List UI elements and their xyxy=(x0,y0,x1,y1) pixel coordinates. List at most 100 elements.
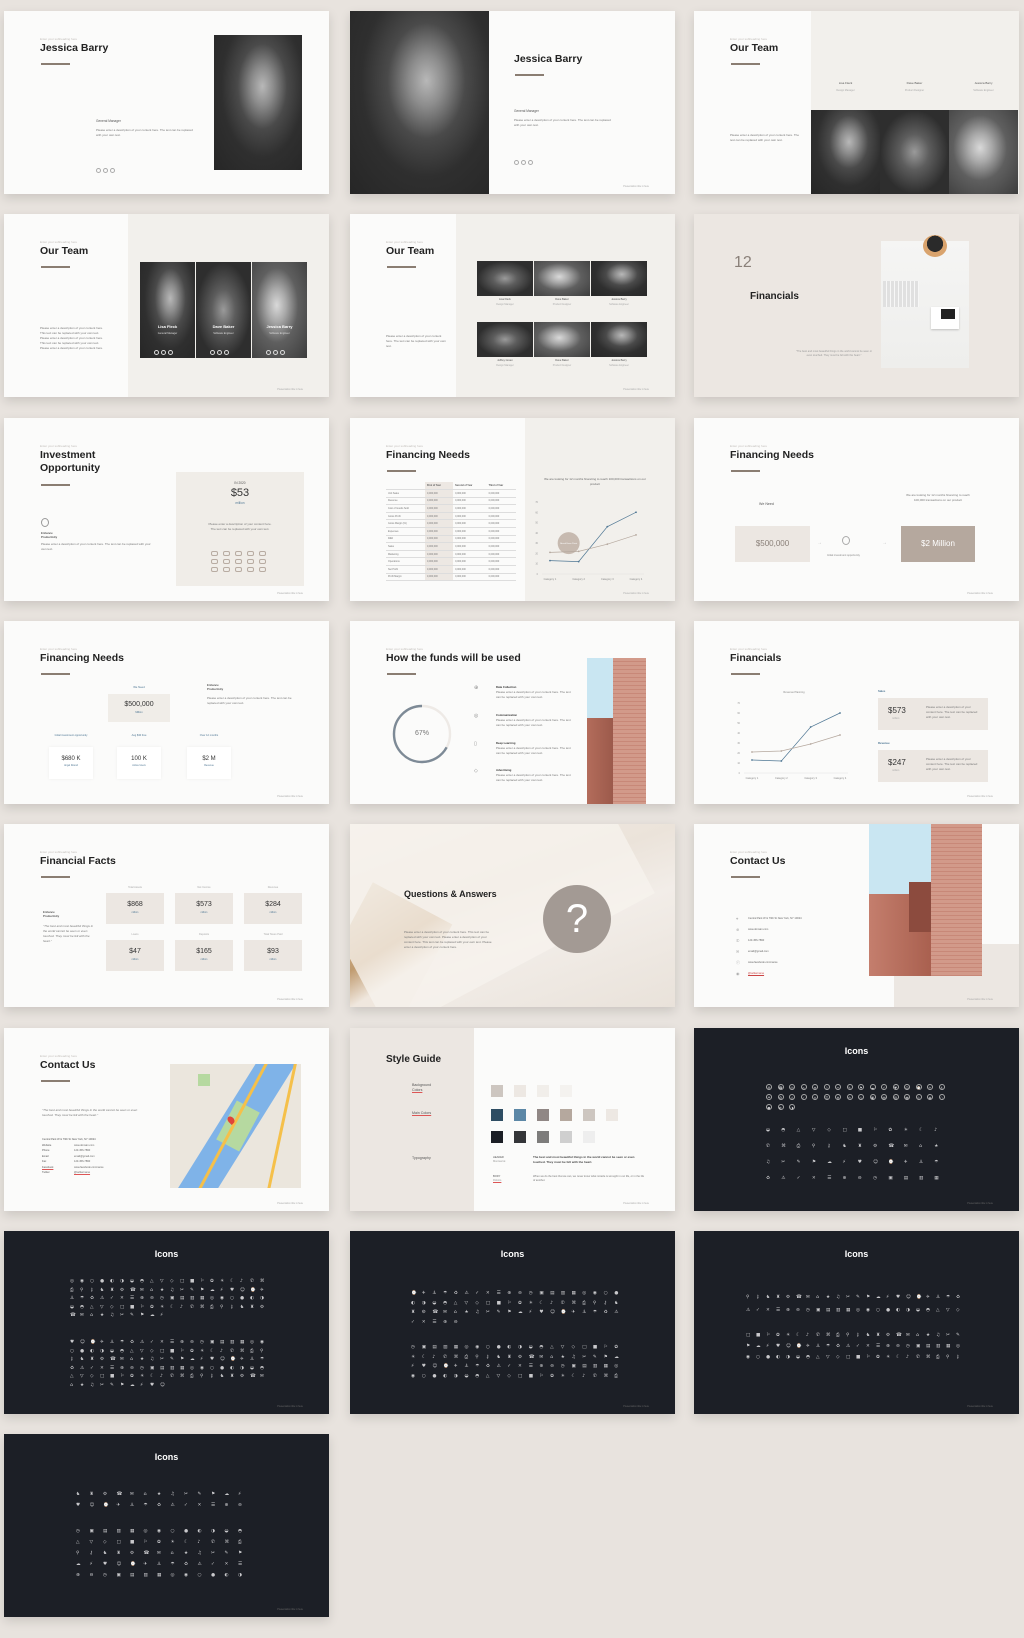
icon-set-glyph-icon: ▽ xyxy=(811,1128,816,1133)
icon-set-glyph-icon: ✿ xyxy=(190,1348,194,1354)
icon-set-glyph-icon: ◎ xyxy=(190,1365,195,1371)
slide-investment-opportunity[interactable]: Enter your subheading here Investment Op… xyxy=(4,418,329,601)
slide-our-team-3[interactable]: Enter your subheading here Our Team Plea… xyxy=(350,214,675,397)
contact-value[interactable]: email@gmail.com xyxy=(74,1155,95,1158)
facebook-icon[interactable] xyxy=(266,350,271,355)
financing-table: First of Year Second of Year Third of Year… xyxy=(386,482,516,582)
icon-set-glyph-icon: ⌂ xyxy=(816,1295,819,1300)
icon-set-glyph-icon: ☂ xyxy=(260,1357,265,1362)
slide-financing-needs-table[interactable]: Enter your subheading here Financing Nee… xyxy=(350,418,675,601)
facebook-icon[interactable] xyxy=(154,350,159,355)
slide-financing-needs-3[interactable]: Enter your subheading here Financing Nee… xyxy=(4,621,329,804)
icon-set-glyph-icon: ✎ xyxy=(110,1382,114,1388)
contact-value[interactable]: 123-456-7890 xyxy=(74,1160,90,1163)
icon-set-glyph-icon: ☎ xyxy=(896,1333,902,1338)
map[interactable] xyxy=(170,1064,301,1188)
icon-set-glyph-icon: ✈ xyxy=(903,1160,908,1165)
contact-item[interactable]: 123-456-7890 xyxy=(748,939,764,942)
slide-icons-5[interactable]: Icons Presentation title in here ♞ ♜ ⚙ ☎ ✉ ⌂ ★… xyxy=(4,1434,329,1617)
icon-set-glyph-icon: ✿ xyxy=(130,1374,134,1379)
member-photo xyxy=(534,322,590,357)
slide-funds-usage[interactable]: Enter your subheading here How the funds… xyxy=(350,621,675,804)
contact-value[interactable]: www.facebook.com/name xyxy=(74,1166,104,1169)
slide-questions-answers[interactable]: Questions & Answers Please enter a descr… xyxy=(350,824,675,1007)
slide-jessica-barry-2[interactable]: Jessica Barry General Manager Please ent… xyxy=(350,11,675,194)
slide-financials-section[interactable]: 12 Financials "The best and most beautif… xyxy=(694,214,1019,397)
icon-set-glyph-icon: ✿ xyxy=(876,1355,880,1360)
color-swatch xyxy=(514,1131,526,1143)
icon-set-glyph-icon: ■ xyxy=(756,1333,761,1338)
icon-set-glyph-icon: ♻ xyxy=(485,1364,491,1369)
role: General Manager xyxy=(96,119,121,123)
slide-financials-chart[interactable]: Enter your subheading here Financials Re… xyxy=(694,621,1019,804)
facebook-icon[interactable] xyxy=(514,160,519,165)
footer: Presentation title in here xyxy=(967,998,993,1001)
slide-icons-4[interactable]: Icons Presentation title in here ⚲ ⚷ ♞ ♜ ⚙ ☎ ✉… xyxy=(694,1231,1019,1414)
fact-label: Revenue xyxy=(267,886,279,889)
icon-set-glyph-icon: ⊕ xyxy=(835,1094,841,1100)
slide-contact-us-1[interactable]: Enter your subheading here Contact Us ⌖ C… xyxy=(694,824,1019,1007)
slide-jessica-barry-1[interactable]: Enter your subheading here Jessica Barry… xyxy=(4,11,329,194)
contact-value[interactable]: www.domain.com xyxy=(74,1144,94,1147)
icon-set-glyph-icon: ☰ xyxy=(110,1365,115,1371)
slide-contact-us-map[interactable]: Enter your subheading here Contact Us "T… xyxy=(4,1028,329,1211)
instagram-icon[interactable] xyxy=(528,160,533,165)
icon-set-glyph-icon: ✆ xyxy=(816,1333,820,1338)
y-tick-label: 60 xyxy=(737,712,740,715)
icon-set-glyph-icon: ⌘ xyxy=(180,1374,185,1379)
contact-item[interactable]: www.domain.com xyxy=(748,928,768,931)
slide-title-line-1: Investment xyxy=(40,449,96,461)
icon-set-glyph-icon: ⊕ xyxy=(507,1291,512,1296)
contact-item[interactable]: email@gmail.com xyxy=(748,950,769,953)
contact-item[interactable]: www.facebook.com/name xyxy=(748,961,778,964)
slide-icons-2[interactable]: Icons Presentation title in here ◎ ◉ ○ ● ◐ ◑ ◒… xyxy=(4,1231,329,1414)
member-name: Lisa Fleck xyxy=(838,81,853,85)
twitter-icon[interactable] xyxy=(521,160,526,165)
slide-our-team-2[interactable]: Enter your subheading here Our Team Plea… xyxy=(4,214,329,397)
instagram-icon[interactable] xyxy=(280,350,285,355)
icon-set-glyph-icon: ♪ xyxy=(550,1300,554,1306)
instagram-icon[interactable] xyxy=(110,168,115,173)
icon-set-glyph-icon: ☀ xyxy=(903,1128,908,1133)
contact-item[interactable]: @twittername xyxy=(748,972,764,975)
icon-set-glyph-icon: ▣ xyxy=(869,1094,876,1100)
globe-icon: ⊕ xyxy=(736,927,740,932)
icon-set-glyph-icon: △ xyxy=(936,1308,940,1313)
icon-set-glyph-icon: ♫ xyxy=(170,1492,175,1497)
middle-label: Initial investment opportunity xyxy=(827,554,860,557)
icon-set-glyph-icon: ◓ xyxy=(806,1355,811,1360)
icon-set-glyph-icon: ⚙ xyxy=(873,1144,878,1149)
icon-set-glyph-icon: ✿ xyxy=(518,1300,522,1306)
instagram-icon[interactable] xyxy=(224,350,229,355)
slide-financial-facts[interactable]: Enter your subheading here Financial Fac… xyxy=(4,824,329,1007)
icon-set-glyph-icon: ✆ xyxy=(916,1355,920,1360)
contact-value[interactable]: @twittername xyxy=(74,1171,90,1174)
slide-our-team-1[interactable]: Enter your subheading here Our Team Plea… xyxy=(694,11,1019,194)
table-cell: 0,000,000 xyxy=(425,565,454,574)
icon-set-glyph-icon: ✎ xyxy=(496,1310,501,1315)
icon-set-glyph-icon: ⚐ xyxy=(866,1355,871,1360)
instagram-icon[interactable] xyxy=(168,350,173,355)
slide-style-guide[interactable]: Style Guide Background Colors Main Color… xyxy=(350,1028,675,1211)
contact-value[interactable]: 123-456-7890 xyxy=(74,1149,90,1152)
slide-icons-3[interactable]: Icons Presentation title in here ⌚ ✈ ⚓ ☂ ♻ ⚠ ✓… xyxy=(350,1231,675,1414)
icon-set-glyph-icon: ♪ xyxy=(220,1348,223,1354)
twitter-icon[interactable] xyxy=(161,350,166,355)
icon-set-glyph-icon: ⚠ xyxy=(746,1308,751,1313)
facebook-icon[interactable] xyxy=(210,350,215,355)
twitter-icon[interactable] xyxy=(217,350,222,355)
icon-set-glyph-icon: ♻ xyxy=(777,1094,784,1100)
icon-set-glyph-icon: ◒ xyxy=(130,1279,135,1284)
icon-set-glyph-icon: ☺ xyxy=(160,1382,165,1388)
item-title: Advertising xyxy=(496,768,512,772)
slide-financing-needs-2[interactable]: Enter your subheading here Financing Nee… xyxy=(694,418,1019,601)
slide-icons-1[interactable]: Icons Presentation title in here ⚙ ☎ ✉ ⌂ ★ ♫ ✂… xyxy=(694,1028,1019,1211)
icon-set-glyph-icon: ☺ xyxy=(240,1287,245,1293)
icon-set-glyph-icon: ⚡ xyxy=(160,1313,164,1318)
facebook-icon[interactable] xyxy=(96,168,101,173)
twitter-icon[interactable] xyxy=(273,350,278,355)
icon-set-glyph-icon: ⚐ xyxy=(539,1373,544,1379)
advertising-icon: ◇ xyxy=(474,768,478,774)
icon-set-glyph-icon: ▣ xyxy=(888,1176,893,1181)
twitter-icon[interactable] xyxy=(103,168,108,173)
